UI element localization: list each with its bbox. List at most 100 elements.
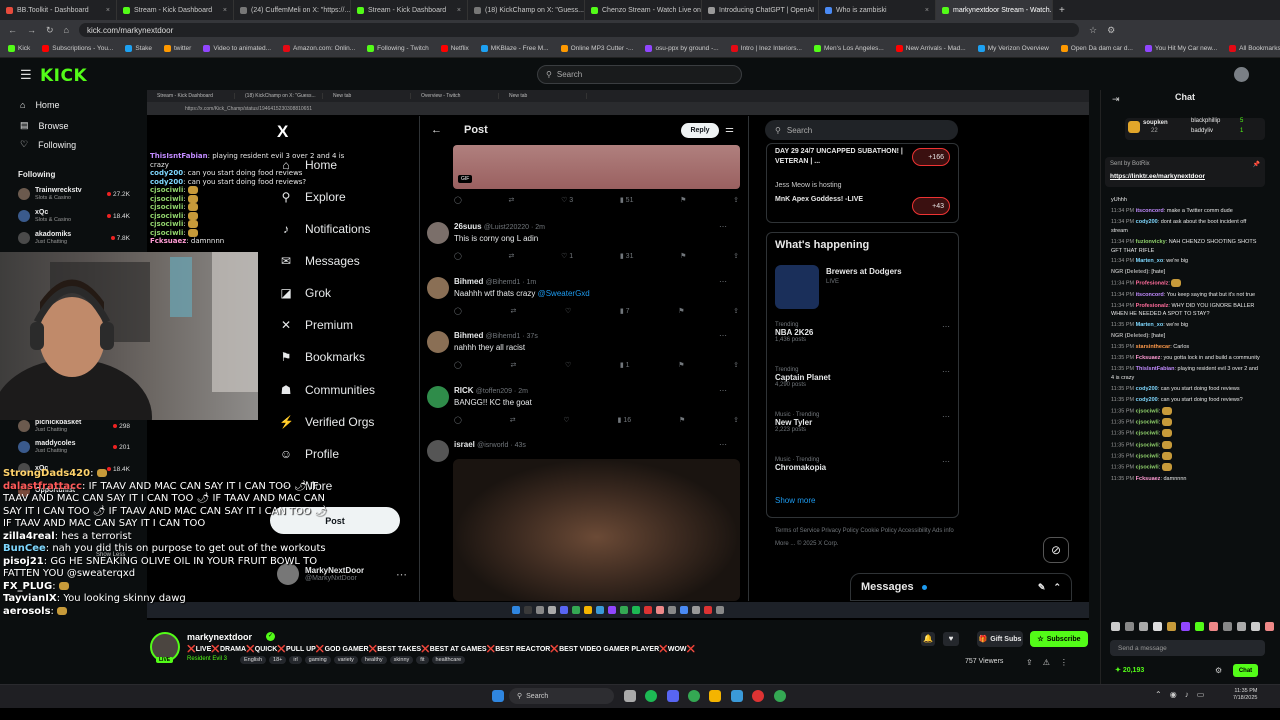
report-icon[interactable]: ⚠ xyxy=(1043,658,1050,667)
retweet-icon[interactable]: ⇄ xyxy=(509,252,515,260)
bookmark-item[interactable]: MKBlaze - Free M... xyxy=(480,45,549,52)
menu-icon[interactable]: ☰ xyxy=(20,67,32,83)
bookmark-item[interactable]: My Verizon Overview xyxy=(977,45,1049,52)
chevron-up-icon[interactable]: ⌃ xyxy=(1155,690,1162,699)
event-title[interactable]: Brewers at Dodgers xyxy=(826,267,902,276)
emote-icon[interactable] xyxy=(1167,622,1176,631)
close-icon[interactable]: × xyxy=(457,7,461,14)
chat-username[interactable]: cjsociwli xyxy=(1136,431,1159,437)
chat-username[interactable]: Marten_xo xyxy=(1136,258,1164,264)
retweet-icon[interactable]: ⇄ xyxy=(510,307,516,315)
trend-item[interactable]: Trending Captain Planet 4,290 posts ⋯ xyxy=(775,367,950,388)
app-icon[interactable] xyxy=(572,606,580,614)
chat-username[interactable]: cjsociwli xyxy=(1136,453,1159,459)
author-name[interactable]: Bihmed xyxy=(454,331,483,340)
emote-icon[interactable] xyxy=(1139,622,1148,631)
browser-tab[interactable]: Stream - Kick Dashboard × xyxy=(117,0,234,20)
emote-icon[interactable] xyxy=(1153,622,1162,631)
more-icon[interactable]: ⋯ xyxy=(719,440,727,449)
views-icon[interactable]: ▮ 31 xyxy=(620,252,634,260)
x-footer[interactable]: Terms of Service Privacy Policy Cookie P… xyxy=(775,525,965,551)
views-icon[interactable]: ▮ 1 xyxy=(620,361,630,369)
emote-icon[interactable] xyxy=(1265,622,1274,631)
forward-icon[interactable]: → xyxy=(27,25,36,35)
stream-category[interactable]: Resident Evil 3 xyxy=(187,656,227,662)
emote-icon[interactable] xyxy=(1223,622,1232,631)
taskbar-search[interactable]: ⚲ Search xyxy=(509,688,614,704)
share-icon[interactable]: ⇪ xyxy=(733,361,739,369)
chat-username[interactable]: itsconcord xyxy=(1136,208,1164,214)
following-item[interactable]: Trainwreckstv Slots & Casino 27.2K xyxy=(18,184,130,204)
stream-tag[interactable]: healthcare xyxy=(431,656,466,664)
bookmark-icon[interactable]: ⚑ xyxy=(679,416,685,424)
bookmark-item[interactable]: osu-ppx by ground -... xyxy=(645,45,719,52)
chat-username[interactable]: cody200 xyxy=(1136,397,1158,403)
views-icon[interactable]: ▮ 7 xyxy=(620,307,630,315)
app-icon[interactable] xyxy=(704,606,712,614)
avatar[interactable] xyxy=(427,222,449,244)
reload-icon[interactable]: ↻ xyxy=(46,25,54,36)
more-icon[interactable]: ⋯ xyxy=(719,386,727,395)
tweet[interactable]: RICK @toffen209 · 2m ⋯ BANGG!! KC the goat… xyxy=(427,386,742,434)
new-tab-icon[interactable]: + xyxy=(1059,5,1065,16)
app-icon[interactable] xyxy=(668,606,676,614)
back-icon[interactable]: ← xyxy=(8,25,17,35)
bookmark-item[interactable]: All Bookmarks xyxy=(1229,45,1280,52)
more-icon[interactable]: ⋯ xyxy=(942,322,950,331)
like-icon[interactable]: ♡ xyxy=(565,307,571,315)
back-arrow-icon[interactable]: ← xyxy=(431,124,442,136)
app-icon[interactable] xyxy=(560,606,568,614)
avatar[interactable] xyxy=(427,331,449,353)
tweet-image[interactable] xyxy=(453,459,740,601)
views-icon[interactable]: ▮ 16 xyxy=(618,416,632,424)
browser-tab[interactable]: Chenzo Stream - Watch Live on...× xyxy=(585,0,702,20)
x-nav-communities[interactable]: ☗ Communities xyxy=(279,383,375,397)
app-icon[interactable] xyxy=(524,606,532,614)
chat-username[interactable]: cjsociwli xyxy=(1136,442,1159,448)
event-thumbnail[interactable] xyxy=(775,265,819,309)
chat-username[interactable]: cjsociwli xyxy=(1136,408,1159,414)
user-avatar[interactable] xyxy=(1234,67,1249,82)
app-icon[interactable] xyxy=(692,606,700,614)
spotify-icon[interactable] xyxy=(645,690,657,702)
stream-tag[interactable]: irl xyxy=(289,656,302,664)
app-icon[interactable] xyxy=(716,606,724,614)
bookmark-item[interactable]: Stake xyxy=(125,45,152,52)
x-nav-mail[interactable]: ✉ Messages xyxy=(279,254,360,268)
heart-icon[interactable]: ♥ xyxy=(943,632,959,646)
author-name[interactable]: RICK xyxy=(454,386,474,395)
stream-tag[interactable]: English xyxy=(240,656,267,664)
battery-icon[interactable]: ▭ xyxy=(1197,690,1205,699)
bookmark-item[interactable]: Men's Los Angeles... xyxy=(813,45,884,52)
share-icon[interactable]: ⇪ xyxy=(733,252,739,260)
volume-icon[interactable]: ♪ xyxy=(1185,690,1189,699)
emote-icon[interactable] xyxy=(1209,622,1218,631)
close-icon[interactable]: × xyxy=(223,7,227,14)
bookmark-icon[interactable]: ⚑ xyxy=(678,307,684,315)
chat-username[interactable]: cody200 xyxy=(1136,219,1158,225)
like-icon[interactable]: ♡ 1 xyxy=(561,252,573,260)
chat-username[interactable]: itsconcord xyxy=(1136,292,1164,298)
following-item[interactable]: akadomiks Just Chatting 7.8K xyxy=(18,228,130,248)
tweet[interactable]: 26suus @Luist220220 · 2m ⋯ This is corny o… xyxy=(427,222,742,270)
browser-tab[interactable]: (18) KickChamp on X: "Guess...× xyxy=(468,0,585,20)
reply-button[interactable]: Reply xyxy=(681,123,719,138)
trend-item[interactable]: Music · Trending Chromakopia ⋯ xyxy=(775,457,950,472)
browser-tab[interactable]: Introducing ChatGPT | OpenAI× xyxy=(702,0,819,20)
more-icon[interactable]: ⋯ xyxy=(719,331,727,340)
show-more-link[interactable]: Show more xyxy=(775,496,815,505)
live-count[interactable]: +166 xyxy=(912,148,950,166)
views-icon[interactable]: ▮ 51 xyxy=(620,196,634,204)
retweet-icon[interactable]: ⇄ xyxy=(509,196,515,204)
settings-icon[interactable]: ⚙ xyxy=(1215,666,1222,675)
stream-tag[interactable]: gaming xyxy=(304,656,331,664)
filter-icon[interactable]: ⚌ xyxy=(725,124,734,135)
sidebar-item-following[interactable]: ♡ Following xyxy=(20,139,76,150)
bookmark-item[interactable]: twitter xyxy=(163,45,191,52)
like-icon[interactable]: ♡ 3 xyxy=(561,196,573,204)
pinned-message[interactable]: Sent by BotRix https://linktr.ee/markyne… xyxy=(1105,157,1265,187)
x-nav-grok[interactable]: ◪ Grok xyxy=(279,286,331,300)
emote-icon[interactable] xyxy=(1181,622,1190,631)
retweet-icon[interactable]: ⇄ xyxy=(510,416,516,424)
avatar[interactable] xyxy=(427,386,449,408)
